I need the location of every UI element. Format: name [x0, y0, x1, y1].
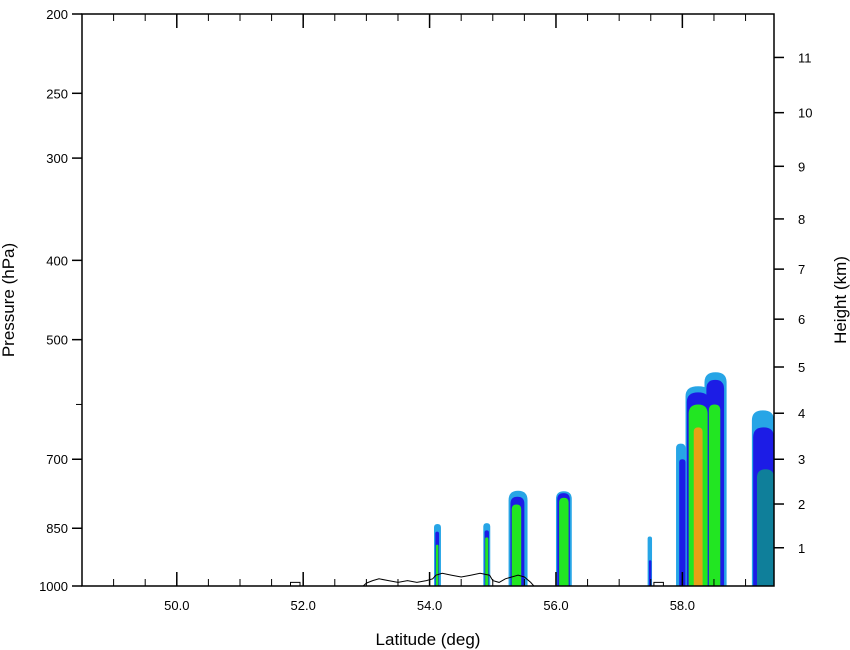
x-tick-label: 56.0	[543, 598, 568, 613]
rain-cell-level-4	[485, 537, 489, 586]
y2-tick-label: 11	[798, 50, 812, 65]
x-tick-label: 58.0	[670, 598, 695, 613]
y2-tick-label: 10	[798, 106, 812, 121]
x-tick-label: 52.0	[291, 598, 316, 613]
chart-svg: 50.0 52.0 54.0 56.0 58.020025030040050070085…	[0, 7, 850, 649]
x-tick-label: 50.0	[164, 598, 189, 613]
x-axis-title: Latitude (deg)	[376, 630, 481, 649]
rain-cell-level-5	[693, 427, 703, 586]
y-tick-label: 400	[46, 253, 68, 268]
y-tick-label: 700	[46, 452, 68, 467]
y2-tick-label: 5	[798, 360, 805, 375]
y-tick-label: 1000	[39, 579, 68, 594]
rain-cell-level-4	[559, 497, 569, 586]
y2-tick-label: 7	[798, 262, 805, 277]
precipitation-cells	[434, 372, 774, 586]
rain-cell-level-4	[708, 404, 721, 586]
y2-axis-title: Height (km)	[831, 256, 850, 344]
terrain-line	[82, 572, 774, 586]
y2-tick-label: 3	[798, 452, 805, 467]
rain-cell-level-2	[679, 459, 686, 586]
plot-frame	[81, 13, 775, 587]
y-tick-label: 250	[46, 86, 68, 101]
x-tick-label: 54.0	[417, 598, 442, 613]
terrain-outline	[82, 572, 774, 586]
y-tick-label: 500	[46, 333, 68, 348]
y-axis-title: Pressure (hPa)	[0, 243, 18, 357]
y2-tick-label: 9	[798, 159, 805, 174]
y2-tick-label: 6	[798, 312, 805, 327]
y2-tick-label: 8	[798, 212, 805, 227]
rain-cell-level-4	[435, 544, 439, 586]
rain-cell-level-3	[756, 469, 774, 586]
y-tick-label: 850	[46, 521, 68, 536]
y2-tick-label: 2	[798, 497, 805, 512]
y-tick-label: 300	[46, 151, 68, 166]
y2-tick-label: 4	[798, 406, 805, 421]
y-tick-label: 200	[46, 7, 68, 22]
y2-tick-label: 1	[798, 541, 805, 556]
